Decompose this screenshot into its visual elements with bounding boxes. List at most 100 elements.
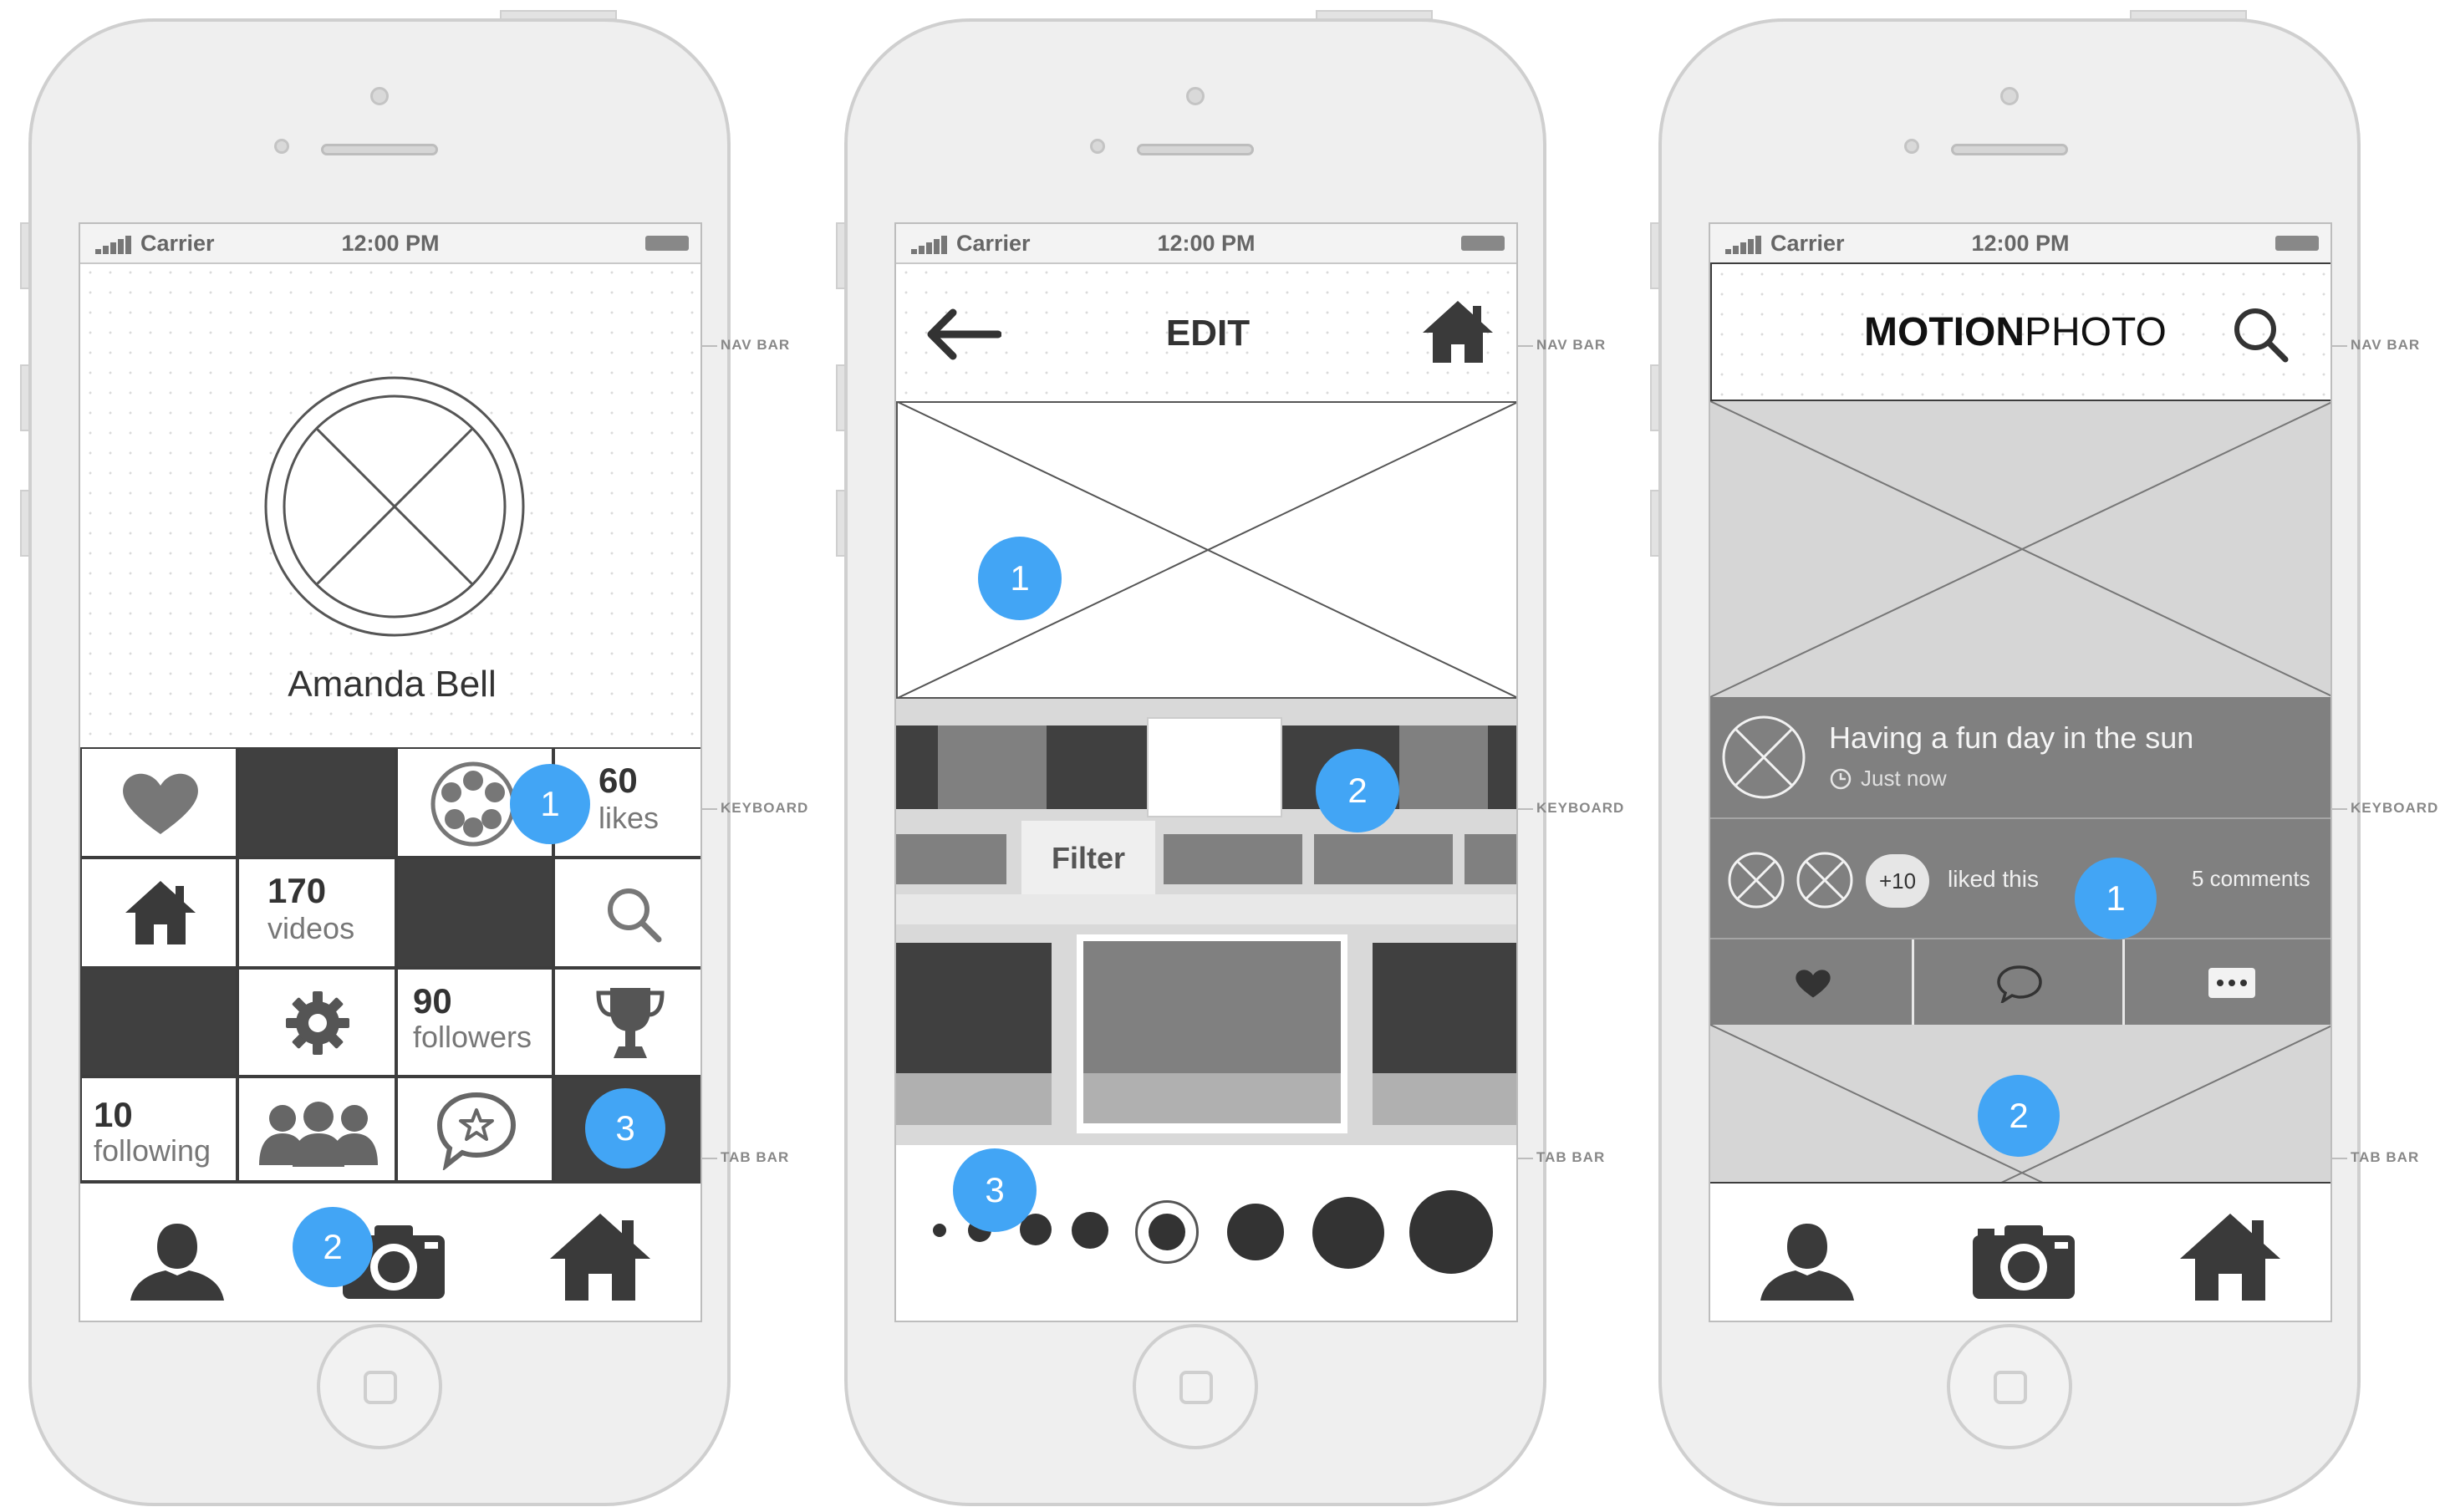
comments-link[interactable]: 5 comments [2192,866,2310,892]
grid-tile[interactable] [237,747,396,858]
annotation-line [2330,808,2347,810]
trophy-tile[interactable] [553,968,700,1077]
post-header: Having a fun day in the sun Just now [1710,697,2330,819]
videos-stat[interactable]: 170 videos [237,858,396,968]
phone-profile: Carrier 12:00 PM Amanda Bell 60 likes 17… [20,10,731,1506]
comment-action[interactable] [1914,939,2125,1026]
screen: Carrier 12:00 PM Amanda Bell 60 likes 17… [79,222,702,1322]
frame-strip-item[interactable] [1488,725,1516,809]
likes-label: likes [599,801,660,835]
filter-thumb-selected[interactable] [1077,934,1347,1133]
tab-bar-annotation: TAB BAR [2351,1149,2420,1165]
frame-strip-item[interactable] [938,725,1047,809]
videos-count: 170 [267,871,327,910]
annotation-line [700,1158,717,1159]
settings-tile[interactable] [237,968,396,1077]
home-tab-icon[interactable] [548,1212,652,1302]
volume-button [836,490,846,557]
badge-2: 2 [1978,1075,2060,1157]
search-tile[interactable] [553,858,700,968]
keyboard-annotation: KEYBOARD [1536,800,1625,816]
clock-icon [1830,768,1852,790]
liker-avatar[interactable] [1796,851,1854,909]
profile-name: Amanda Bell [288,664,497,705]
volume-button [20,222,30,289]
frame-strip-item[interactable] [896,725,938,809]
post-title: Having a fun day in the sun [1829,720,2194,755]
home-icon[interactable] [1421,299,1495,364]
grid-tile[interactable] [396,858,553,968]
followers-count: 90 [413,981,452,1021]
action-bar [1710,938,2330,1026]
avatar[interactable] [262,374,527,639]
nav-bar-annotation: NAV BAR [721,337,791,353]
size-dot[interactable] [1409,1190,1493,1274]
size-dot[interactable] [1312,1197,1384,1269]
logo-bold: MOTION [1864,310,2025,354]
like-tile[interactable] [80,747,237,858]
filter-panel: Filter [896,699,1516,1145]
badge-1: 1 [978,537,1062,620]
size-dot[interactable] [1227,1204,1284,1260]
heart-icon [1796,970,1831,998]
profile-tab-icon[interactable] [127,1220,227,1301]
sensor [274,139,289,154]
size-dot-selected[interactable] [1135,1200,1199,1264]
phone-feed: Carrier 12:00 PM MOTIONPHOTO Having a fu… [1650,10,2361,1506]
volume-button [836,222,846,289]
annotation-line [1516,808,1533,810]
home-tab-icon[interactable] [2178,1212,2282,1302]
frame-strip-selected[interactable] [1147,717,1282,817]
groups-tile[interactable] [237,1077,396,1182]
logo-light: PHOTO [2024,310,2167,354]
more-likers-badge[interactable]: +10 [1866,854,1929,908]
size-dot[interactable] [1072,1212,1108,1249]
liked-text: liked this [1948,866,2039,892]
likes-count: 60 [599,761,638,800]
sensor [1090,139,1105,154]
like-action[interactable] [1710,939,1914,1026]
tab-item[interactable] [1164,834,1302,884]
tab-item[interactable] [1465,834,1516,884]
filter-tab[interactable]: Filter [1021,821,1155,894]
liker-avatar[interactable] [1727,851,1785,909]
power-button [1316,10,1433,20]
home-tile[interactable] [80,858,237,968]
profile-tab-icon[interactable] [1757,1220,1857,1301]
following-stat[interactable]: 10 following [80,1077,237,1182]
screen: Carrier 12:00 PM EDIT Filter 1 2 3 [894,222,1518,1322]
more-icon [2208,968,2255,998]
tab-item[interactable] [896,834,1006,884]
filter-thumb[interactable] [1373,943,1516,1125]
search-icon[interactable] [2232,306,2290,364]
trophy-icon [596,988,665,1058]
home-button[interactable] [1947,1324,2072,1449]
photo-placeholder[interactable] [1710,401,2332,697]
tab-bar [1710,1182,2330,1321]
annotation-line [2330,1158,2347,1159]
annotation-line [1516,345,1533,347]
home-button[interactable] [317,1324,442,1449]
followers-stat[interactable]: 90 followers [396,968,553,1077]
heart-icon [123,773,198,834]
grid-tile[interactable] [80,968,237,1077]
annotation-line [700,345,717,347]
power-button [500,10,617,20]
volume-button [20,490,30,557]
size-dot[interactable] [933,1224,946,1237]
tab-bar-annotation: TAB BAR [721,1149,790,1165]
camera-tab-icon[interactable] [1971,1224,2076,1301]
filter-thumb[interactable] [896,943,1052,1125]
annotation-line [2330,345,2347,347]
post-avatar[interactable] [1720,714,1807,801]
tab-area [896,894,1516,924]
favorites-tile[interactable] [396,1077,553,1182]
tab-item[interactable] [1314,834,1453,884]
filter-thumb-caption [896,1073,1052,1125]
home-icon [125,881,196,944]
home-button[interactable] [1133,1324,1258,1449]
frame-strip-item[interactable] [1047,725,1147,809]
more-action[interactable] [2125,939,2330,1026]
frame-strip-item[interactable] [1399,725,1488,809]
filter-tab-label: Filter [1051,841,1125,875]
